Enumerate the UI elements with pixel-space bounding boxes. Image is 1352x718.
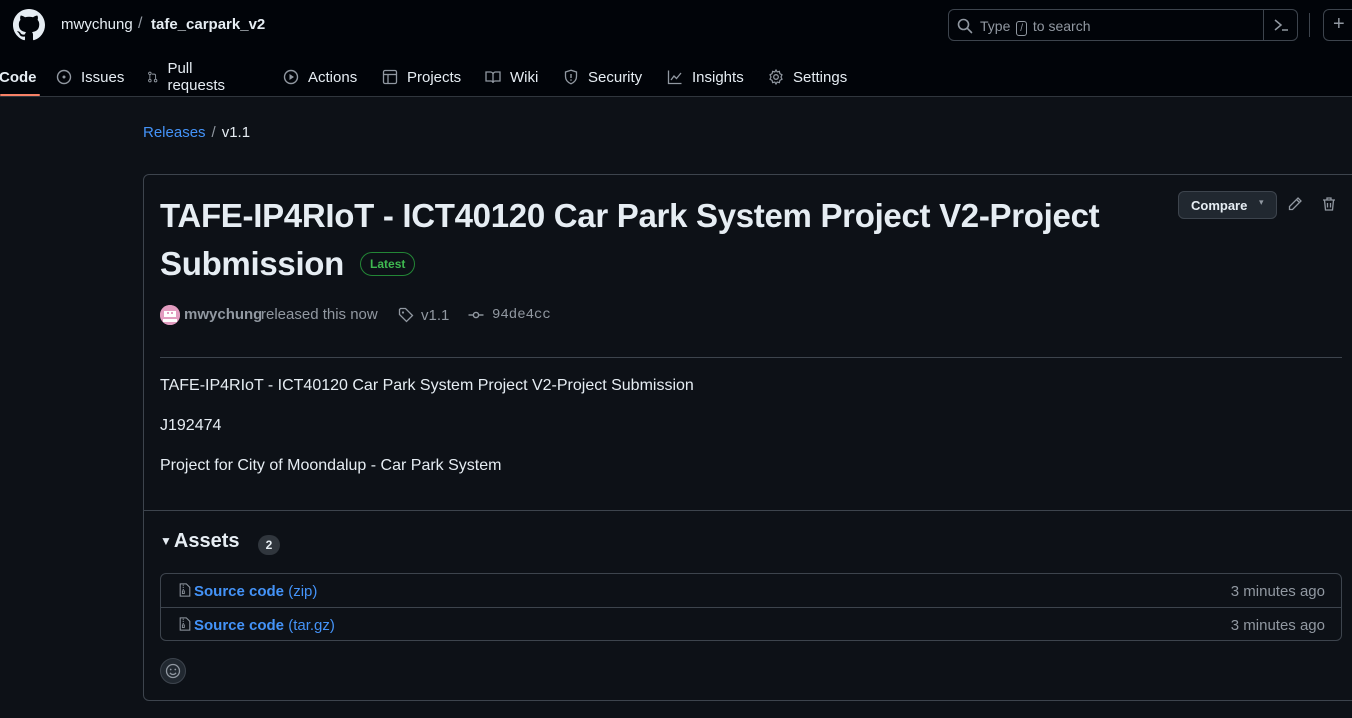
table-icon [382, 69, 398, 85]
assets-count-badge: 2 [258, 535, 280, 555]
breadcrumb-separator: / [211, 124, 216, 141]
tab-issues[interactable]: Issues [56, 57, 124, 97]
command-palette-button[interactable] [1263, 10, 1297, 40]
issue-icon [56, 69, 72, 85]
breadcrumb-current: v1.1 [221, 124, 251, 141]
triangle-down-icon: ▼ [160, 534, 172, 548]
tag-link[interactable]: v1.1 [421, 307, 449, 324]
assets-list: Source code (zip) 3 minutes ago Source c… [160, 573, 1342, 641]
source-code-targz-link[interactable]: Source code (tar.gz) [194, 617, 335, 634]
repo-name-link[interactable]: tafe_carpark_v2 [151, 16, 265, 33]
tab-insights[interactable]: Insights [667, 57, 744, 97]
asset-timestamp: 3 minutes ago [1230, 617, 1325, 634]
avatar[interactable] [160, 305, 180, 325]
list-item: Source code (tar.gz) 3 minutes ago [161, 607, 1341, 640]
active-tab-indicator [0, 94, 40, 96]
chevron-down-icon: ▾ [1259, 197, 1264, 207]
assets-toggle[interactable]: ▼ Assets [160, 530, 240, 553]
gear-icon [769, 69, 783, 85]
terminal-icon [1274, 19, 1288, 31]
book-icon [485, 71, 501, 84]
tab-code[interactable]: Code [0, 57, 37, 97]
header-divider [1309, 13, 1310, 37]
pull-request-icon [148, 71, 158, 83]
trash-icon[interactable] [1321, 196, 1337, 212]
latest-badge: Latest [360, 252, 416, 276]
release-body-line: J192474 [160, 417, 222, 434]
breadcrumb: Releases / v1.1 [143, 124, 250, 141]
release-title: TAFE-IP4RIoT - ICT40120 Car Park System … [160, 197, 1100, 282]
add-reaction-button[interactable] [160, 658, 186, 684]
tab-security[interactable]: Security [563, 57, 642, 97]
released-text: released this now [261, 306, 378, 323]
list-item: Source code (zip) 3 minutes ago [161, 574, 1341, 607]
github-logo-icon[interactable] [13, 9, 45, 41]
tab-actions[interactable]: Actions [283, 57, 357, 97]
file-zip-icon [179, 583, 191, 597]
divider [160, 357, 1342, 358]
pencil-icon[interactable] [1287, 196, 1303, 212]
file-zip-icon [179, 617, 191, 631]
tab-pull-requests[interactable]: Pull requests [147, 57, 230, 97]
tab-projects[interactable]: Projects [382, 57, 461, 97]
shield-icon [564, 69, 578, 85]
tag-icon [398, 307, 414, 323]
author-link[interactable]: mwychung [184, 306, 262, 323]
create-new-button[interactable]: + [1323, 9, 1352, 41]
play-icon [283, 69, 299, 85]
release-body-line: Project for City of Moondalup - Car Park… [160, 457, 502, 474]
search-placeholder: Type / to search [980, 18, 1091, 36]
divider [144, 510, 1352, 511]
tab-settings[interactable]: Settings [768, 57, 847, 97]
breadcrumb-releases-link[interactable]: Releases [143, 124, 206, 141]
compare-button[interactable]: Compare ▾ [1178, 191, 1277, 219]
release-body-line: TAFE-IP4RIoT - ICT40120 Car Park System … [160, 377, 694, 394]
graph-icon [667, 70, 682, 85]
tab-wiki[interactable]: Wiki [485, 57, 538, 97]
smiley-icon [165, 663, 181, 679]
source-code-zip-link[interactable]: Source code (zip) [194, 583, 317, 600]
search-key-hint: / [1016, 21, 1028, 36]
commit-icon [468, 311, 484, 319]
asset-timestamp: 3 minutes ago [1230, 583, 1325, 600]
search-icon [957, 18, 973, 34]
search-input[interactable]: Type / to search [948, 9, 1298, 41]
plus-icon: + [1333, 13, 1345, 35]
commit-link[interactable]: 94de4cc [492, 307, 551, 323]
repo-owner-link[interactable]: mwychung [61, 16, 133, 33]
app-header: mwychung / tafe_carpark_v2 Type / to sea… [0, 0, 1352, 97]
repo-separator: / [138, 15, 143, 32]
